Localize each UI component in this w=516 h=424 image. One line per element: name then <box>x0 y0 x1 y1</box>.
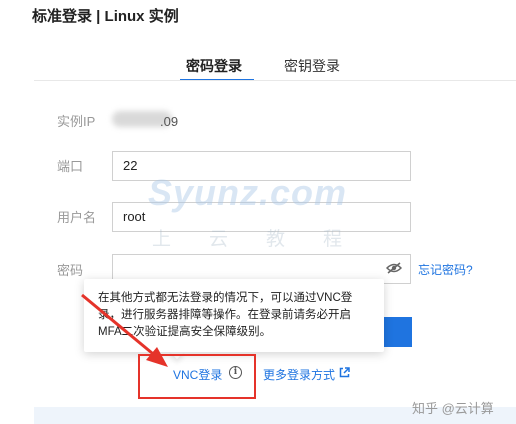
more-login-methods-link[interactable]: 更多登录方式 <box>263 366 335 383</box>
watermark-subtext: 上云教程 <box>152 229 381 250</box>
info-icon[interactable]: i <box>229 366 242 379</box>
vnc-login-link[interactable]: VNC登录 <box>173 366 222 383</box>
tab-divider <box>34 80 516 81</box>
tab-password-login[interactable]: 密码登录 <box>186 57 242 75</box>
ip-label: 实例IP <box>57 114 96 129</box>
watermark-text: Syunz.com <box>148 172 348 213</box>
source-credit: 知乎 @云计算 <box>412 401 494 416</box>
vnc-tooltip: 在其他方式都无法登录的情况下，可以通过VNC登录，进行服务器排障等操作。在登录前… <box>84 279 384 352</box>
ip-value: .09 <box>160 114 179 129</box>
password-label: 密码 <box>57 263 84 278</box>
port-label: 端口 <box>57 159 84 174</box>
username-label: 用户名 <box>57 210 97 225</box>
external-link-icon[interactable] <box>339 367 350 378</box>
forgot-password-link[interactable]: 忘记密码? <box>418 261 473 278</box>
tab-key-login[interactable]: 密钥登录 <box>284 57 340 75</box>
eye-hidden-icon[interactable] <box>386 262 402 274</box>
dialog-title: 标准登录 | Linux 实例 <box>32 8 179 25</box>
